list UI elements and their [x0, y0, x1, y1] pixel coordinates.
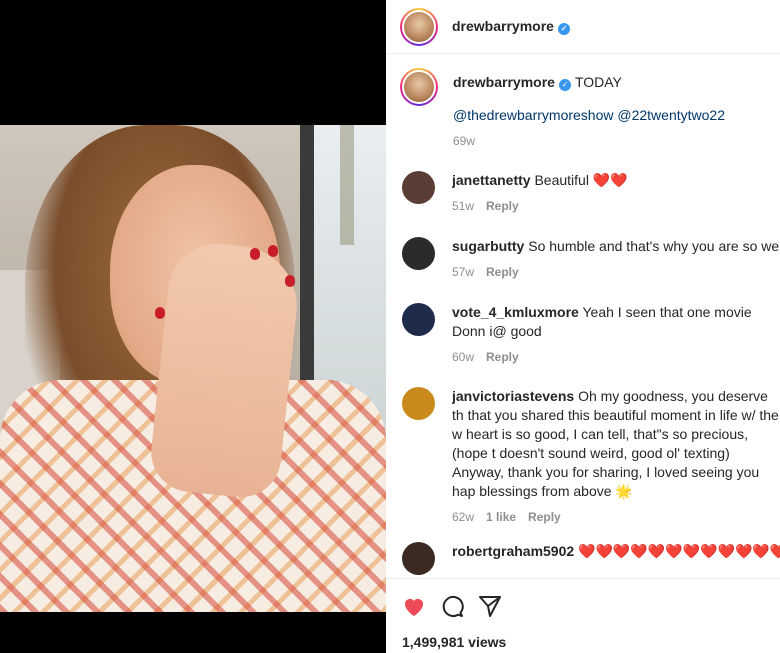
- comment-text: Beautiful ❤️❤️: [534, 172, 628, 188]
- comment-age: 57w: [452, 265, 475, 279]
- comment-avatar[interactable]: [402, 237, 435, 270]
- caption-time: TODAY: [574, 74, 622, 90]
- comment-avatar[interactable]: [402, 542, 435, 575]
- reply-button[interactable]: Reply: [486, 197, 519, 216]
- comment-age: 60w: [452, 350, 475, 364]
- comment-username[interactable]: janettanetty: [452, 172, 531, 188]
- share-icon[interactable]: [478, 595, 502, 622]
- nail: [268, 245, 278, 257]
- comment-text: So humble and that's why you are so we: [528, 238, 780, 254]
- caption-username[interactable]: drewbarrymore: [453, 74, 555, 90]
- video-frame[interactable]: [0, 125, 386, 612]
- reply-button[interactable]: Reply: [486, 348, 519, 367]
- comment-text: ❤️❤️❤️❤️❤️❤️❤️❤️❤️❤️❤️❤️❤️❤️: [578, 543, 780, 559]
- post-media[interactable]: [0, 0, 386, 653]
- comment-username[interactable]: robertgraham5902: [452, 543, 574, 559]
- comment-age: 62w: [452, 510, 475, 524]
- reply-button[interactable]: Reply: [486, 263, 519, 282]
- hand: [147, 238, 303, 502]
- nail: [155, 307, 165, 319]
- comment-username[interactable]: vote_4_kmluxmore: [452, 304, 579, 320]
- comments-list[interactable]: drewbarrymore ✓ TODAY @thedrewbarrymoresho…: [386, 55, 780, 578]
- comment-username[interactable]: sugarbutty: [452, 238, 524, 254]
- comment-avatar[interactable]: [402, 171, 435, 204]
- nail: [285, 275, 295, 287]
- caption-age: 69w: [453, 134, 476, 148]
- palm-tree: [340, 125, 354, 245]
- comment-username[interactable]: janvictoriastevens: [452, 388, 574, 404]
- nail: [250, 248, 260, 260]
- comment-icon[interactable]: [440, 594, 464, 623]
- caption-avatar[interactable]: [400, 68, 438, 106]
- heart-icon[interactable]: [402, 595, 426, 622]
- verified-badge-icon: ✓: [557, 23, 570, 35]
- comment-text: Oh my goodness, you deserve th that you …: [452, 388, 779, 499]
- reply-button[interactable]: Reply: [528, 508, 561, 527]
- view-count[interactable]: 1,499,981 views: [402, 634, 506, 650]
- comment-likes[interactable]: 1 like: [486, 508, 516, 527]
- post-actions: 1,499,981 views: [386, 578, 780, 653]
- verified-badge-icon: ✓: [558, 79, 571, 91]
- profile-username[interactable]: drewbarrymore ✓: [452, 18, 570, 35]
- profile-avatar[interactable]: [400, 7, 438, 46]
- post-sidebar: drewbarrymore ✓ drewbarrymore ✓ TODAY @thed…: [386, 0, 780, 653]
- caption-mentions[interactable]: @thedrewbarrymoreshow @22twentytwo22: [453, 106, 780, 125]
- post-header: drewbarrymore ✓: [386, 0, 780, 54]
- comment-avatar[interactable]: [402, 303, 435, 336]
- comment-age: 51w: [452, 199, 475, 213]
- comment-avatar[interactable]: [402, 387, 435, 420]
